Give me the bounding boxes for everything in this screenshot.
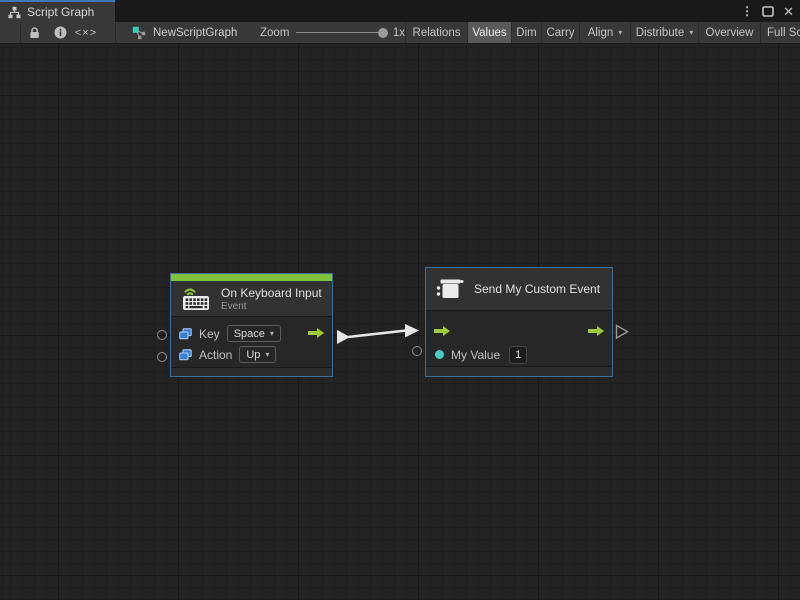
flow-output-arrow-icon[interactable]	[307, 327, 325, 339]
chevron-down-icon: ▾	[265, 351, 269, 359]
toggle-dim[interactable]: Dim	[512, 22, 542, 43]
port-row-action: Action Up ▾	[171, 344, 332, 365]
zoom-slider-handle[interactable]	[378, 28, 388, 38]
chevron-down-icon: ▾	[270, 330, 274, 338]
node-subtitle: Event	[221, 301, 322, 312]
maximize-icon[interactable]	[762, 6, 774, 17]
graph-variable-icon	[179, 328, 192, 340]
node-title: Send My Custom Event	[474, 282, 600, 296]
port-label-action: Action	[199, 348, 232, 362]
zoom-slider-track	[296, 32, 385, 33]
code-view-button[interactable]: <×>	[73, 22, 99, 43]
zoom-label: Zoom	[260, 27, 289, 39]
script-graph-asset-icon	[132, 26, 146, 40]
flow-input-arrow-icon[interactable]	[433, 325, 451, 337]
toggle-carry[interactable]: Carry	[542, 22, 580, 43]
script-graph-window: Script Graph ⋮ ✕ <×>	[0, 0, 800, 600]
window-controls: ⋮ ✕	[741, 0, 800, 22]
keyboard-wireless-icon	[181, 286, 211, 312]
zoom-slider[interactable]	[296, 27, 385, 39]
chevron-down-icon: ▾	[618, 29, 622, 37]
port-label-key: Key	[199, 327, 220, 341]
custom-unit-icon	[436, 276, 464, 302]
my-value-field[interactable]: 1	[509, 346, 527, 364]
key-dropdown[interactable]: Space ▾	[227, 325, 281, 342]
action-dropdown[interactable]: Up ▾	[239, 346, 276, 363]
lock-icon	[28, 26, 41, 39]
value-port-dot-icon[interactable]	[435, 350, 444, 359]
lock-button[interactable]	[21, 22, 47, 43]
graph-name: NewScriptGraph	[153, 27, 237, 39]
menu-icon[interactable]: ⋮	[741, 5, 753, 17]
code-view-glyph: <×>	[75, 27, 97, 39]
node-body: My Value 1	[426, 311, 612, 366]
menu-align[interactable]: Align ▾	[580, 22, 631, 43]
tab-bar: Script Graph ⋮ ✕	[0, 0, 800, 22]
flow-output-arrow-icon[interactable]	[587, 325, 605, 337]
zoom-value: 1x	[393, 27, 405, 39]
chevron-down-icon: ▾	[689, 29, 693, 37]
node-send-my-custom-event[interactable]: Send My Custom Event My Value 1	[425, 267, 613, 377]
menu-distribute[interactable]: Distribute ▾	[631, 22, 699, 43]
info-icon	[54, 26, 67, 39]
port-my-value-input[interactable]	[412, 346, 422, 356]
node-body: Key Space ▾ Action Up ▾	[171, 317, 332, 367]
graph-hierarchy-icon	[8, 6, 21, 19]
tab-title: Script Graph	[27, 5, 94, 19]
node-header-titles: On Keyboard Input Event	[221, 286, 322, 312]
close-icon[interactable]: ✕	[783, 5, 794, 18]
zoom-control: Zoom 1x	[243, 22, 406, 43]
node-footer	[426, 366, 612, 376]
port-label-my-value: My Value	[451, 348, 500, 362]
button-overview[interactable]: Overview	[699, 22, 761, 43]
node-header: On Keyboard Input Event	[171, 281, 332, 317]
toggle-relations[interactable]: Relations	[406, 22, 468, 43]
toolbar-spacer	[99, 22, 116, 43]
port-row-my-value: My Value 1	[426, 343, 612, 366]
node-title: On Keyboard Input	[221, 286, 322, 300]
toolbar-spacer	[0, 22, 21, 43]
tab-script-graph[interactable]: Script Graph	[0, 0, 115, 22]
graph-variable-icon	[179, 349, 192, 361]
graph-toolbar: <×> NewScriptGraph Zoom 1x Relations Val…	[0, 22, 800, 44]
node-footer	[171, 367, 332, 376]
node-header: Send My Custom Event	[426, 268, 612, 311]
info-button[interactable]	[47, 22, 73, 43]
node-on-keyboard-input[interactable]: On Keyboard Input Event Key Space ▾	[170, 273, 333, 377]
port-key-input[interactable]	[157, 330, 167, 340]
graph-canvas[interactable]	[0, 44, 800, 600]
port-action-input[interactable]	[157, 352, 167, 362]
event-accent-bar	[171, 274, 332, 281]
port-row-key: Key Space ▾	[171, 323, 332, 344]
graph-breadcrumb[interactable]: NewScriptGraph	[116, 22, 243, 43]
button-full-screen[interactable]: Full Screen	[761, 22, 800, 43]
toggle-values[interactable]: Values	[468, 22, 512, 43]
flow-row	[426, 318, 612, 343]
